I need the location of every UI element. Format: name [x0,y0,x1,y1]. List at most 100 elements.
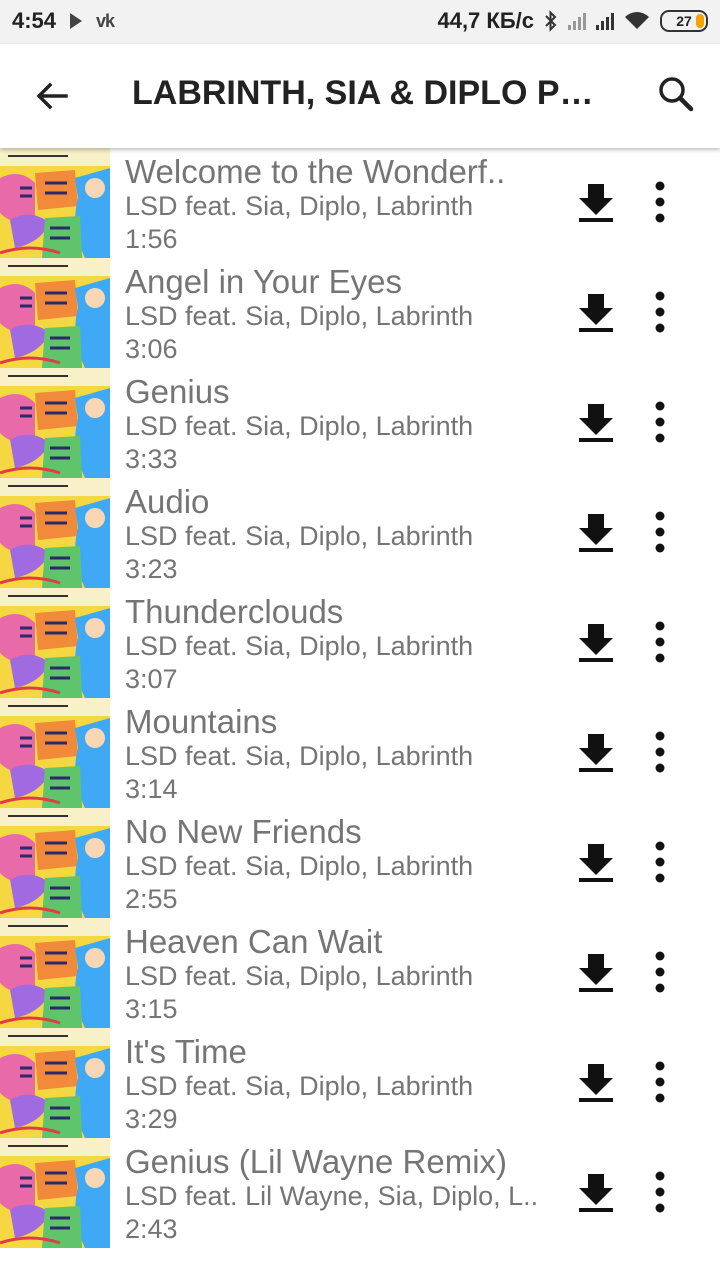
signal-icon [568,12,586,30]
more-options-button[interactable] [640,950,680,994]
more-vert-icon [655,841,665,883]
download-icon [579,184,613,222]
more-vert-icon [655,181,665,223]
download-icon [579,734,613,772]
track-row[interactable]: Thunderclouds LSD feat. Sia, Diplo, Labr… [0,588,720,698]
track-artist: LSD feat. Sia, Diplo, Labrinth [125,411,474,441]
download-icon [579,294,613,332]
more-vert-icon [655,511,665,553]
download-icon [579,624,613,662]
track-artist: LSD feat. Sia, Diplo, Labrinth [125,851,474,881]
album-cover [0,1138,110,1248]
battery-fill [696,14,704,28]
download-icon [579,844,613,882]
more-vert-icon [655,731,665,773]
track-row[interactable]: Genius LSD feat. Sia, Diplo, Labrinth 3:… [0,368,720,478]
track-row[interactable]: Audio LSD feat. Sia, Diplo, Labrinth 3:2… [0,478,720,588]
track-title: No New Friends [125,814,362,850]
track-title: It's Time [125,1034,247,1070]
track-row[interactable]: Mountains LSD feat. Sia, Diplo, Labrinth… [0,698,720,808]
album-cover [0,148,110,258]
clock: 4:54 [12,8,57,33]
track-title: Mountains [125,704,278,740]
download-button[interactable] [574,510,618,554]
track-artist: LSD feat. Sia, Diplo, Labrinth [125,1071,474,1101]
more-options-button[interactable] [640,1170,680,1214]
status-bar: 4:54 vk 44,7 КБ/с 27 [0,0,720,44]
track-texts: No New Friends LSD feat. Sia, Diplo, Lab… [125,814,555,916]
play-icon [70,13,83,29]
track-duration: 3:06 [125,334,178,364]
track-list: Welcome to the Wonderf.. LSD feat. Sia, … [0,148,720,1248]
more-vert-icon [655,621,665,663]
more-options-button[interactable] [640,840,680,884]
more-vert-icon [655,291,665,333]
track-row[interactable]: Genius (Lil Wayne Remix) LSD feat. Lil W… [0,1138,720,1248]
track-duration: 3:15 [125,994,178,1024]
track-texts: Angel in Your Eyes LSD feat. Sia, Diplo,… [125,264,555,366]
track-row[interactable]: Angel in Your Eyes LSD feat. Sia, Diplo,… [0,258,720,368]
status-right: 44,7 КБ/с 27 [437,8,708,34]
more-vert-icon [655,1171,665,1213]
track-row[interactable]: No New Friends LSD feat. Sia, Diplo, Lab… [0,808,720,918]
download-button[interactable] [574,180,618,224]
download-button[interactable] [574,290,618,334]
track-title: Audio [125,484,210,520]
download-icon [579,1064,613,1102]
track-artist: LSD feat. Sia, Diplo, Labrinth [125,741,474,771]
download-icon [579,1174,613,1212]
track-artist: LSD feat. Sia, Diplo, Labrinth [125,521,474,551]
download-button[interactable] [574,950,618,994]
status-left: 4:54 vk [12,8,115,34]
download-button[interactable] [574,1060,618,1104]
track-artist: LSD feat. Sia, Diplo, Labrinth [125,301,474,331]
download-button[interactable] [574,620,618,664]
track-row[interactable]: Heaven Can Wait LSD feat. Sia, Diplo, La… [0,918,720,1028]
track-artist: LSD feat. Sia, Diplo, Labrinth [125,961,474,991]
album-cover [0,478,110,588]
track-title: Heaven Can Wait [125,924,383,960]
track-duration: 3:33 [125,444,178,474]
track-duration: 3:23 [125,554,178,584]
download-button[interactable] [574,840,618,884]
track-texts: Thunderclouds LSD feat. Sia, Diplo, Labr… [125,594,555,696]
track-duration: 2:43 [125,1214,178,1244]
more-options-button[interactable] [640,620,680,664]
download-button[interactable] [574,730,618,774]
track-texts: Audio LSD feat. Sia, Diplo, Labrinth 3:2… [125,484,555,586]
track-texts: Welcome to the Wonderf.. LSD feat. Sia, … [125,154,555,256]
track-row[interactable]: Welcome to the Wonderf.. LSD feat. Sia, … [0,148,720,258]
more-options-button[interactable] [640,400,680,444]
more-options-button[interactable] [640,730,680,774]
more-options-button[interactable] [640,180,680,224]
search-icon [659,77,694,112]
arrow-back-icon [36,82,68,110]
album-cover [0,1028,110,1138]
album-cover [0,918,110,1028]
track-artist: LSD feat. Sia, Diplo, Labrinth [125,191,474,221]
back-button[interactable] [30,74,74,118]
track-title: Genius [125,374,230,410]
network-speed: 44,7 КБ/с [437,8,534,33]
more-vert-icon [655,401,665,443]
more-options-button[interactable] [640,290,680,334]
track-title: Genius (Lil Wayne Remix) [125,1144,508,1180]
download-icon [579,514,613,552]
page-title: LABRINTH, SIA & DIPLO PR... [132,74,612,112]
track-texts: Genius (Lil Wayne Remix) LSD feat. Lil W… [125,1144,555,1246]
track-texts: Mountains LSD feat. Sia, Diplo, Labrinth… [125,704,555,806]
download-button[interactable] [574,1170,618,1214]
battery-icon: 27 [660,10,708,32]
download-button[interactable] [574,400,618,444]
bluetooth-icon [545,10,557,32]
more-options-button[interactable] [640,510,680,554]
more-vert-icon [655,951,665,993]
signal-icon [596,12,614,30]
more-options-button[interactable] [640,1060,680,1104]
album-cover [0,808,110,918]
search-button[interactable] [654,72,698,116]
track-texts: It's Time LSD feat. Sia, Diplo, Labrinth… [125,1034,555,1136]
app-bar: LABRINTH, SIA & DIPLO PR... [0,44,720,148]
track-row[interactable]: It's Time LSD feat. Sia, Diplo, Labrinth… [0,1028,720,1138]
album-cover [0,258,110,368]
